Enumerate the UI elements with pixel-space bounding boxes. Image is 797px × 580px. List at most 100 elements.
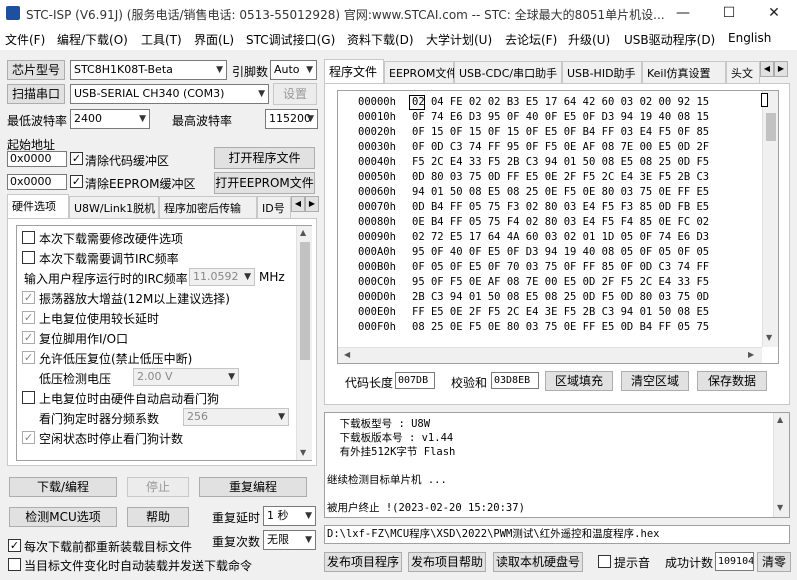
settings-button[interactable]: 设置 xyxy=(273,83,317,105)
hex-vertical-scrollbar[interactable]: ▼ xyxy=(761,91,778,347)
hex-scroll-thumb[interactable] xyxy=(766,113,776,141)
tab-scroll-left-icon[interactable]: ◀ xyxy=(760,61,774,77)
irc-frequency-select[interactable]: 11.0592 ▼ xyxy=(189,268,255,286)
repeat-delay-select[interactable]: 1 秒 ▼ xyxy=(263,506,316,526)
lvd-voltage-select[interactable]: 2.00 V ▼ xyxy=(133,368,239,386)
log-text: 下载板型号 : U8W 下载板版本号 : v1.44 有外挂512K字节 Fla… xyxy=(327,417,525,515)
scroll-up-icon[interactable] xyxy=(761,93,768,107)
tab-scroll-left-icon[interactable]: ◀ xyxy=(291,196,305,212)
chip-type-select[interactable]: STC8H1K08T-Beta ▼ xyxy=(70,60,227,80)
download-program-button[interactable]: 下载/编程 xyxy=(9,477,117,497)
adjust-irc-checkbox[interactable] xyxy=(22,251,35,264)
menu-debug-interface[interactable]: STC调试接口(G) xyxy=(246,31,335,48)
clear-count-button[interactable]: 清零 xyxy=(757,552,791,572)
scroll-up-icon[interactable]: ▲ xyxy=(300,228,306,237)
low-voltage-reset-checkbox[interactable]: ✓ xyxy=(22,351,35,364)
scroll-up-icon[interactable]: ▲ xyxy=(777,415,783,424)
clear-code-buffer-checkbox[interactable]: ✓ xyxy=(70,152,83,165)
repeat-program-button[interactable]: 重复编程 xyxy=(199,477,307,497)
menu-program-download[interactable]: 编程/下载(O) xyxy=(57,31,128,48)
menu-forum[interactable]: 去论坛(F) xyxy=(505,31,557,48)
log-line: 下载板版本号 : v1.44 xyxy=(327,432,454,444)
long-reset-delay-checkbox[interactable]: ✓ xyxy=(22,311,35,324)
log-scrollbar[interactable]: ▲ ▼ xyxy=(773,413,789,517)
repeat-delay-value: 1 秒 xyxy=(267,509,289,522)
menu-interface[interactable]: 界面(L) xyxy=(194,31,234,48)
max-baud-value: 115200 xyxy=(269,112,311,125)
code-start-address-input[interactable]: 0x0000 xyxy=(7,151,67,167)
hex-bytes: 2B C3 94 01 50 08 E5 08 25 0D F5 0D 80 0… xyxy=(412,291,710,303)
reload-before-download-checkbox[interactable]: ✓ xyxy=(8,539,21,552)
hex-row: 00030h 0F 0D C3 74 FF 95 0F F5 0E AF 08 7… xyxy=(358,140,709,155)
hex-bytes: FF E5 0E 2F F5 2C E4 3E F5 2B C3 94 01 5… xyxy=(412,306,710,318)
fill-area-button[interactable]: 区域填充 xyxy=(545,371,613,391)
modify-hw-options-checkbox[interactable] xyxy=(22,231,35,244)
close-button[interactable]: ✕ xyxy=(751,2,797,26)
hex-horizontal-scrollbar[interactable]: ◀ ▶ xyxy=(338,347,762,363)
chevron-down-icon: ▼ xyxy=(228,372,235,382)
tab-scroll-right-icon[interactable]: ▶ xyxy=(774,61,788,77)
open-eeprom-file-button[interactable]: 打开EEPROM文件 xyxy=(214,172,315,194)
scroll-left-icon[interactable]: ◀ xyxy=(344,350,350,359)
pin-count-label: 引脚数 xyxy=(232,65,269,79)
save-data-button[interactable]: 保存数据 xyxy=(697,371,767,391)
clear-eeprom-buffer-checkbox[interactable]: ✓ xyxy=(70,175,83,188)
tab-hardware-options[interactable]: 硬件选项 xyxy=(7,194,69,218)
port-select[interactable]: USB-SERIAL CH340 (COM3) ▼ xyxy=(70,84,269,104)
check-mcu-options-button[interactable]: 检测MCU选项 xyxy=(9,507,117,527)
menu-upgrade[interactable]: 升级(U) xyxy=(568,31,610,48)
tab-usb-hid[interactable]: USB-HID助手 xyxy=(562,61,642,83)
options-scroll-thumb[interactable] xyxy=(300,242,310,360)
hex-editor[interactable]: 00000h 02 04 FE 02 02 B3 E5 17 64 42 60 0… xyxy=(337,90,779,364)
hex-address: 00040h xyxy=(358,156,396,168)
tab-usb-cdc-serial[interactable]: USB-CDC/串口助手 xyxy=(454,61,562,83)
options-scrollbar[interactable]: ▲ ▼ xyxy=(296,226,312,460)
osc-gain-checkbox[interactable]: ✓ xyxy=(22,291,35,304)
maximize-button[interactable]: ☐ xyxy=(706,2,752,26)
open-program-file-button[interactable]: 打开程序文件 xyxy=(214,147,315,169)
idle-stop-watchdog-checkbox[interactable]: ✓ xyxy=(22,431,35,444)
tab-header-file[interactable]: 头文 xyxy=(726,61,760,83)
menu-tools[interactable]: 工具(T) xyxy=(141,31,182,48)
repeat-count-select[interactable]: 无限 ▼ xyxy=(263,530,316,550)
publish-program-button[interactable]: 发布项目程序 xyxy=(324,552,402,572)
menu-file[interactable]: 文件(F) xyxy=(5,31,45,48)
help-button[interactable]: 帮助 xyxy=(127,507,189,527)
chip-type-button[interactable]: 芯片型号 xyxy=(7,60,65,80)
scroll-down-icon[interactable]: ▼ xyxy=(300,448,306,457)
scroll-right-icon[interactable]: ▶ xyxy=(748,350,754,359)
hex-row: 000F0h 08 25 0E F5 0E 80 03 75 0E FF E5 0… xyxy=(358,320,709,335)
menu-university[interactable]: 大学计划(U) xyxy=(426,31,492,48)
auto-load-on-change-checkbox[interactable] xyxy=(8,558,21,571)
chevron-down-icon: ▼ xyxy=(305,535,312,545)
stop-button[interactable]: 停止 xyxy=(127,477,189,497)
publish-help-button[interactable]: 发布项目帮助 xyxy=(408,552,486,572)
tab-u8w-offline[interactable]: U8W/Link1脱机 xyxy=(69,196,159,218)
pin-count-select[interactable]: Auto ▼ xyxy=(270,60,317,80)
menu-english[interactable]: English xyxy=(728,31,771,45)
tab-program-file[interactable]: 程序文件 xyxy=(324,59,384,83)
scroll-down-icon[interactable]: ▼ xyxy=(777,503,783,512)
tab-keil-debug[interactable]: Keil仿真设置 xyxy=(642,61,726,83)
title-bar: STC-ISP (V6.91J) (服务电话/销售电话: 0513-550129… xyxy=(0,0,797,28)
tab-eeprom-file[interactable]: EEPROM文件 xyxy=(384,61,457,83)
min-baud-label: 最低波特率 xyxy=(7,114,68,128)
menu-usb-driver[interactable]: USB驱动程序(D) xyxy=(624,31,715,48)
irc-frequency-value: 11.0592 xyxy=(193,270,239,283)
tab-encrypted-transfer[interactable]: 程序加密后传输 xyxy=(159,196,257,218)
wdt-prescaler-select[interactable]: 256 ▼ xyxy=(183,408,289,426)
auto-watchdog-checkbox[interactable] xyxy=(22,391,35,404)
read-disk-id-button[interactable]: 读取本机硬盘号 xyxy=(493,552,583,572)
max-baud-select[interactable]: 115200 ▼ xyxy=(265,109,318,129)
eeprom-start-address-input[interactable]: 0x0000 xyxy=(7,174,67,190)
tab-scroll-right-icon[interactable]: ▶ xyxy=(305,196,319,212)
reset-pin-io-checkbox[interactable]: ✓ xyxy=(22,331,35,344)
scroll-down-icon[interactable]: ▼ xyxy=(766,333,772,342)
clear-area-button[interactable]: 清空区域 xyxy=(621,371,689,391)
tab-id[interactable]: ID号 xyxy=(257,196,291,218)
beep-checkbox[interactable] xyxy=(598,555,611,568)
scan-port-button[interactable]: 扫描串口 xyxy=(7,84,65,104)
min-baud-select[interactable]: 2400 ▼ xyxy=(70,109,150,129)
minimize-button[interactable]: — xyxy=(660,2,706,26)
menu-downloads[interactable]: 资料下载(D) xyxy=(347,31,414,48)
